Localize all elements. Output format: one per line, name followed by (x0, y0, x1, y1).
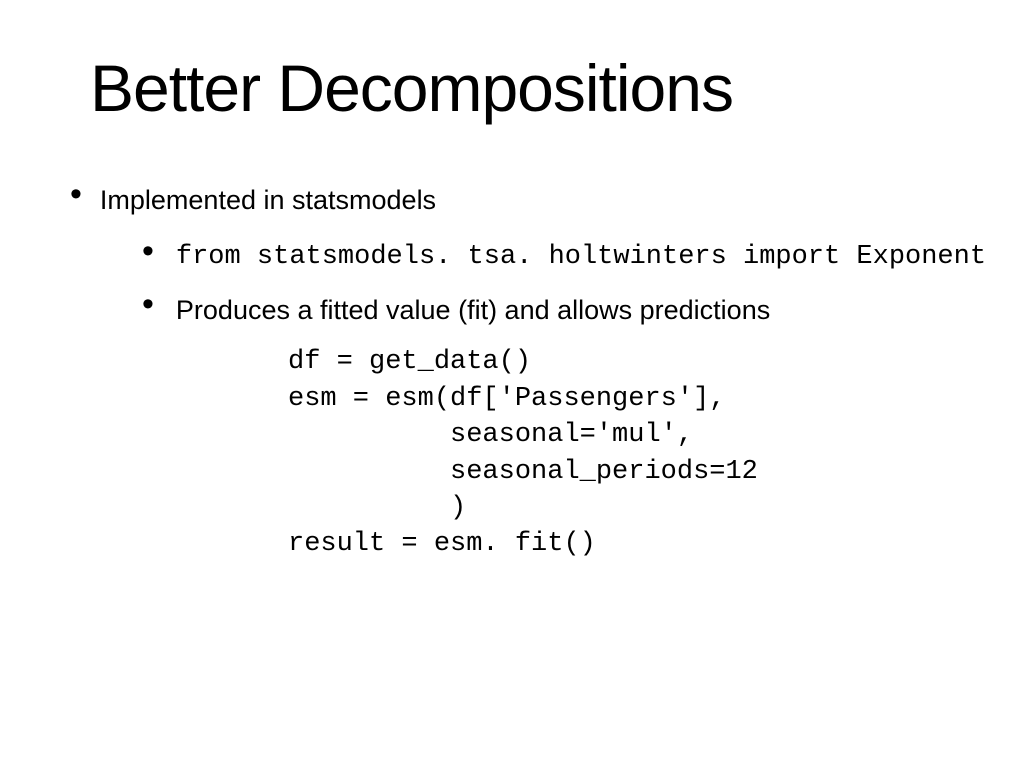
code-import-line: from statsmodels. tsa. holtwinters impor… (176, 236, 986, 275)
bullet-dot-icon: • (142, 234, 154, 268)
slide-title: Better Decompositions (90, 50, 954, 126)
sub-bullet-item: • from statsmodels. tsa. holtwinters imp… (142, 236, 954, 275)
slide-container: Better Decompositions • Implemented in s… (0, 0, 1024, 563)
sub-bullet-list: • from statsmodels. tsa. holtwinters imp… (142, 236, 954, 328)
bullet-list: • Implemented in statsmodels (70, 181, 954, 218)
sub-bullet-item: • Produces a fitted value (fit) and allo… (142, 289, 954, 328)
bullet-item: • Implemented in statsmodels (70, 181, 954, 218)
sub-bullet-text: Produces a fitted value (fit) and allows… (176, 289, 770, 328)
bullet-text: Implemented in statsmodels (100, 181, 436, 218)
code-block: df = get_data() esm = esm(df['Passengers… (288, 344, 954, 563)
bullet-dot-icon: • (142, 287, 154, 321)
bullet-dot-icon: • (70, 177, 82, 211)
